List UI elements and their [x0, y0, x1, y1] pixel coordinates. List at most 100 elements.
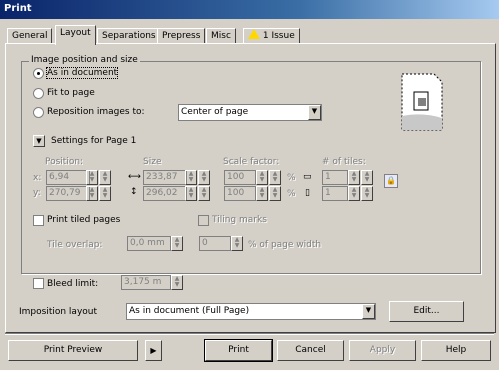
- scale-factor-label: Scale factor:: [223, 157, 280, 167]
- tile-overlap-field[interactable]: 0,0 mm: [127, 236, 171, 251]
- tab-label: General: [12, 31, 48, 41]
- help-button[interactable]: Help: [421, 340, 491, 361]
- tiles-x-spinner[interactable]: ▲ ▼: [348, 170, 360, 185]
- percent-label: %: [287, 189, 296, 199]
- title-bar: Print: [0, 0, 499, 19]
- tiling-marks-label: Tiling marks: [212, 215, 267, 225]
- position-x-field[interactable]: 6,94 mm: [46, 170, 90, 185]
- button-label: Edit...: [413, 306, 440, 316]
- tiles-label: # of tiles:: [322, 157, 366, 167]
- field-value: 233,87: [146, 172, 178, 182]
- tab-separations[interactable]: Separations: [97, 28, 161, 44]
- height-spinner[interactable]: ▲ ▼: [185, 186, 197, 201]
- tab-label: Layout: [60, 28, 91, 38]
- position-x-spinner[interactable]: ▲ ▼: [86, 170, 98, 185]
- size-label: Size: [143, 157, 162, 167]
- height-field[interactable]: 296,02: [143, 186, 187, 201]
- settings-label: Settings for Page 1: [51, 136, 137, 146]
- field-value: 100: [227, 188, 245, 198]
- scale-y-nudge[interactable]: ▲ ▼: [269, 186, 281, 201]
- tile-overlap-percent-field[interactable]: 0: [199, 236, 231, 251]
- width-nudge[interactable]: ▲ ▼: [198, 170, 210, 185]
- height-nudge[interactable]: ▲ ▼: [198, 186, 210, 201]
- triangle-down-icon[interactable]: ▼: [33, 135, 45, 147]
- double-chevron-icon: ▶: [150, 346, 157, 355]
- apply-button[interactable]: Apply: [349, 340, 416, 361]
- page-preview-icon: [398, 72, 446, 132]
- cancel-button[interactable]: Cancel: [277, 340, 344, 361]
- percent-of-page-width-label: % of page width: [248, 240, 322, 250]
- print-button[interactable]: Print: [204, 339, 273, 362]
- print-tiled-pages-label: Print tiled pages: [47, 215, 121, 225]
- radio-label-fit-to-page: Fit to page: [47, 88, 95, 98]
- width-field[interactable]: 233,87: [143, 170, 187, 185]
- position-y-field[interactable]: 270,79 mm: [46, 186, 90, 201]
- tab-issues[interactable]: 1 Issue: [243, 28, 300, 44]
- field-value: 0: [202, 238, 208, 248]
- tiles-x-field[interactable]: 1: [322, 170, 348, 185]
- scale-y-field[interactable]: 100: [224, 186, 256, 201]
- field-value: 1: [325, 188, 331, 198]
- tab-layout[interactable]: Layout: [55, 25, 96, 45]
- field-value: 270,79 mm: [49, 188, 81, 198]
- percent-label: %: [287, 173, 296, 183]
- tile-overlap-percent-spinner[interactable]: ▲ ▼: [231, 236, 243, 251]
- chevron-down-icon[interactable]: ▼: [362, 304, 375, 319]
- button-label: Help: [445, 345, 467, 355]
- radio-reposition[interactable]: [33, 107, 44, 118]
- tiling-marks-checkbox[interactable]: [198, 215, 209, 226]
- footer-separator: [5, 333, 494, 335]
- warning-icon: [248, 29, 260, 39]
- chevron-down-icon[interactable]: ▼: [308, 105, 321, 120]
- button-label: Apply: [369, 345, 396, 355]
- field-value: 100: [227, 172, 245, 182]
- bleed-limit-checkbox[interactable]: [33, 278, 44, 289]
- position-x-nudge[interactable]: ▲ ▼: [99, 170, 111, 185]
- print-preview-button[interactable]: Print Preview: [8, 340, 138, 361]
- field-value: 0,0 mm: [130, 238, 165, 248]
- imposition-layout-select[interactable]: As in document (Full Page) ▼: [126, 303, 376, 320]
- position-y-spinner[interactable]: ▲ ▼: [86, 186, 98, 201]
- select-value: As in document (Full Page): [129, 306, 250, 316]
- field-value: 6,94 mm: [49, 172, 70, 182]
- vertical-link-icon: ▯: [305, 188, 310, 198]
- field-value: 296,02: [146, 188, 178, 198]
- position-label: Position:: [45, 157, 84, 167]
- radio-as-in-document[interactable]: [33, 68, 44, 79]
- bleed-limit-field[interactable]: 3,175 m: [121, 275, 171, 290]
- select-value: Center of page: [181, 107, 249, 117]
- scale-x-field[interactable]: 100: [224, 170, 256, 185]
- tiles-x-nudge[interactable]: ▲ ▼: [361, 170, 373, 185]
- scale-x-nudge[interactable]: ▲ ▼: [269, 170, 281, 185]
- scale-x-spinner[interactable]: ▲ ▼: [256, 170, 268, 185]
- edit-button[interactable]: Edit...: [389, 301, 464, 322]
- tab-general[interactable]: General: [7, 28, 53, 44]
- tile-overlap-spinner[interactable]: ▲ ▼: [171, 236, 183, 251]
- button-label: Print: [228, 345, 249, 355]
- radio-fit-to-page[interactable]: [33, 88, 44, 99]
- bleed-limit-spinner[interactable]: ▲ ▼: [171, 275, 183, 290]
- tiles-y-spinner[interactable]: ▲ ▼: [348, 186, 360, 201]
- tile-overlap-label: Tile overlap:: [47, 240, 103, 250]
- button-label: Print Preview: [43, 345, 103, 355]
- position-y-nudge[interactable]: ▲ ▼: [99, 186, 111, 201]
- lock-icon[interactable]: 🔒: [384, 174, 398, 188]
- button-label: Cancel: [295, 345, 326, 355]
- tab-label: Prepress: [162, 31, 201, 41]
- tiles-y-field[interactable]: 1: [322, 186, 348, 201]
- bleed-limit-label: Bleed limit:: [47, 279, 99, 289]
- print-tiled-pages-checkbox[interactable]: [33, 215, 44, 226]
- group-title: Image position and size: [29, 55, 140, 65]
- tiles-y-nudge[interactable]: ▲ ▼: [361, 186, 373, 201]
- height-arrows-icon: ↕: [130, 187, 138, 197]
- reposition-select[interactable]: Center of page ▼: [178, 104, 322, 121]
- radio-label-as-in-document: As in document: [45, 67, 119, 79]
- tab-label: 1 Issue: [262, 31, 295, 41]
- width-spinner[interactable]: ▲ ▼: [185, 170, 197, 185]
- imposition-layout-label: Imposition layout: [19, 307, 98, 317]
- tab-misc[interactable]: Misc: [206, 28, 236, 44]
- preview-expand-button[interactable]: ▶: [145, 340, 162, 361]
- tab-label: Misc: [211, 31, 231, 41]
- tab-prepress[interactable]: Prepress: [157, 28, 206, 44]
- scale-y-spinner[interactable]: ▲ ▼: [256, 186, 268, 201]
